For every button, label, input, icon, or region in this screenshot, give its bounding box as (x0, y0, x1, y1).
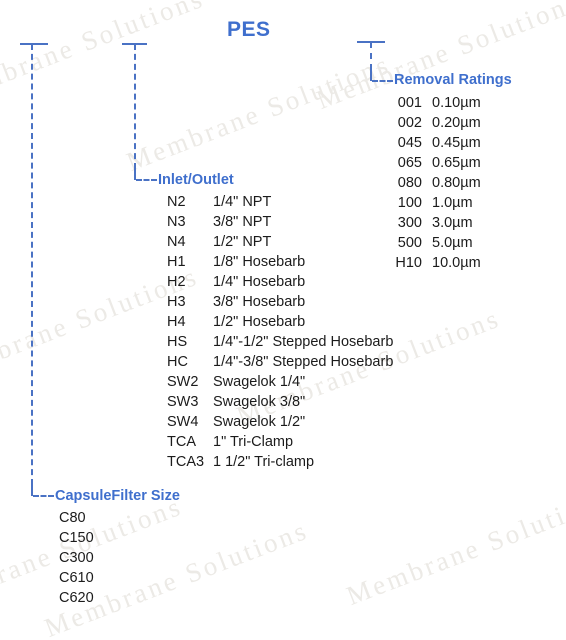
list-item-code: H2 (167, 274, 186, 290)
list-item: C80 (59, 510, 86, 526)
list-item: C610 (59, 570, 94, 586)
branch-label-removal-ratings: Removal Ratings (394, 72, 512, 88)
list-item-code: N2 (167, 194, 186, 210)
branch-label-inlet-outlet: Inlet/Outlet (158, 172, 234, 188)
list-item-value: 1 1/2" Tri-clamp (213, 454, 315, 470)
list-item-code: H4 (167, 314, 186, 330)
list-item-code: 300 (397, 215, 422, 231)
branch-stem-removal-ratings (370, 42, 372, 70)
list-item: C620 (59, 590, 94, 606)
list-item-value: 1/4" Hosebarb (213, 274, 306, 290)
list-item-value: 1.0µm (432, 195, 473, 211)
list-item-value: 1" Tri-Clamp (213, 434, 294, 450)
list-item-code: HC (167, 354, 188, 370)
list-item: C150 (59, 530, 94, 546)
branch-cap-removal-ratings (357, 41, 385, 43)
list-item-code: H10 (395, 255, 422, 271)
list-item-value: 0.20µm (432, 115, 481, 131)
list-item-code: HS (167, 334, 188, 350)
watermark-text: Membrane Solutions (122, 48, 395, 178)
list-item-value: 3/8" Hosebarb (213, 294, 306, 310)
list-item-value: Swagelok 3/8" (213, 394, 306, 410)
list-item-value: 0.10µm (432, 95, 481, 111)
list-item-value: 10.0µm (432, 255, 481, 271)
list-item-code: 001 (397, 95, 422, 111)
list-item-code: SW2 (167, 374, 199, 390)
list-item-value: 1/2" Hosebarb (213, 314, 306, 330)
list-item-code: SW4 (167, 414, 199, 430)
product-code-diagram: Membrane Solutions Membrane Solutions Me… (0, 0, 566, 640)
branch-elbow-horizontal-capsule-filter-size (33, 495, 54, 497)
list-item-value: 1/8" Hosebarb (213, 254, 306, 270)
list-item-value: Swagelok 1/4" (213, 374, 306, 390)
list-item-value: 3.0µm (432, 215, 473, 231)
list-item-code: 500 (397, 235, 422, 251)
list-item-value: 0.45µm (432, 135, 481, 151)
list-item-code: TCA (167, 434, 196, 450)
branch-elbow-horizontal-removal-ratings (372, 80, 393, 82)
list-item-code: 065 (397, 155, 422, 171)
list-item-code: 045 (397, 135, 422, 151)
branch-elbow-horizontal-inlet-outlet (136, 179, 157, 181)
list-item-code: 080 (397, 175, 422, 191)
list-item-code: N4 (167, 234, 186, 250)
list-item-code: 100 (397, 195, 422, 211)
branch-label-capsule-filter-size: CapsuleFilter Size (55, 488, 180, 504)
list-item-code: H3 (167, 294, 186, 310)
list-item-code: SW3 (167, 394, 199, 410)
branch-cap-capsule-filter-size (20, 43, 48, 45)
list-item-value: Swagelok 1/2" (213, 414, 306, 430)
branch-stem-inlet-outlet (134, 44, 136, 169)
list-item-value: 0.65µm (432, 155, 481, 171)
list-item-value: 0.80µm (432, 175, 481, 191)
branch-cap-inlet-outlet (122, 43, 147, 45)
list-item-value: 5.0µm (432, 235, 473, 251)
list-item: C300 (59, 550, 94, 566)
branch-stem-capsule-filter-size (31, 44, 33, 485)
list-item-code: H1 (167, 254, 186, 270)
page-title: PES (227, 18, 271, 41)
list-item-value: 1/4"-1/2" Stepped Hosebarb (213, 334, 394, 350)
list-item-code: N3 (167, 214, 186, 230)
list-item-value: 1/4" NPT (213, 194, 272, 210)
watermark-text: Membrane Solutions (342, 482, 566, 612)
list-item-code: TCA3 (167, 454, 205, 470)
list-item-value: 1/2" NPT (213, 234, 272, 250)
list-item-code: 002 (397, 115, 422, 131)
list-item-value: 3/8" NPT (213, 214, 272, 230)
list-item-value: 1/4"-3/8" Stepped Hosebarb (213, 354, 394, 370)
